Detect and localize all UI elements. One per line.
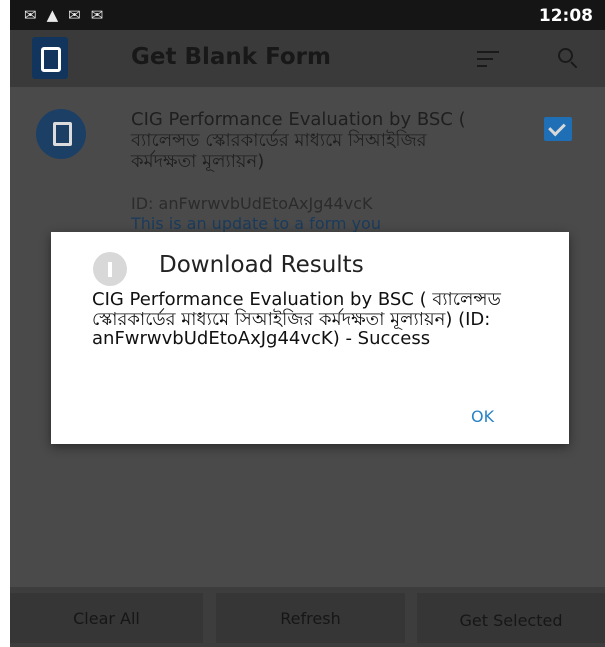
dialog-message: CIG Performance Evaluation by BSC ( ব্যা…	[92, 289, 501, 349]
app-logo-icon	[32, 37, 68, 79]
status-icons: ✉ ▲ ✉ ✉	[24, 6, 103, 24]
toolbar: Get Blank Form	[10, 30, 605, 87]
list-item[interactable]: CIG Performance Evaluation by BSC ( ব্যা…	[10, 87, 605, 237]
page-title: Get Blank Form	[131, 44, 331, 70]
screen: ✉ ▲ ✉ ✉ 12:08 Get Blank Form CIG Perform…	[0, 0, 605, 647]
mail-icon: ✉	[68, 6, 81, 24]
form-id: ID: anFwrwvbUdEtoAxJg44vcK	[131, 194, 373, 213]
refresh-button[interactable]: Refresh	[216, 593, 405, 643]
warning-icon: ▲	[46, 6, 59, 24]
form-title: CIG Performance Evaluation by BSC ( ব্যা…	[131, 109, 466, 172]
ok-button[interactable]: OK	[471, 407, 494, 426]
status-time: 12:08	[538, 6, 593, 26]
mail-icon: ✉	[90, 6, 104, 24]
bottom-bar: Clear All Refresh Get Selected	[10, 587, 605, 647]
clear-all-button[interactable]: Clear All	[10, 593, 203, 643]
sort-icon[interactable]	[477, 51, 499, 67]
get-selected-button[interactable]: Get Selected	[417, 593, 605, 643]
info-icon	[93, 252, 127, 286]
status-bar: ✉ ▲ ✉ ✉ 12:08	[10, 0, 605, 30]
form-icon	[36, 109, 86, 159]
gmail-icon: ✉	[24, 6, 37, 24]
download-results-dialog: Download Results CIG Performance Evaluat…	[51, 232, 569, 444]
dialog-title: Download Results	[159, 252, 364, 278]
form-checkbox[interactable]	[544, 117, 572, 141]
search-icon[interactable]	[558, 48, 582, 72]
form-update-note: This is an update to a form you	[131, 214, 381, 233]
